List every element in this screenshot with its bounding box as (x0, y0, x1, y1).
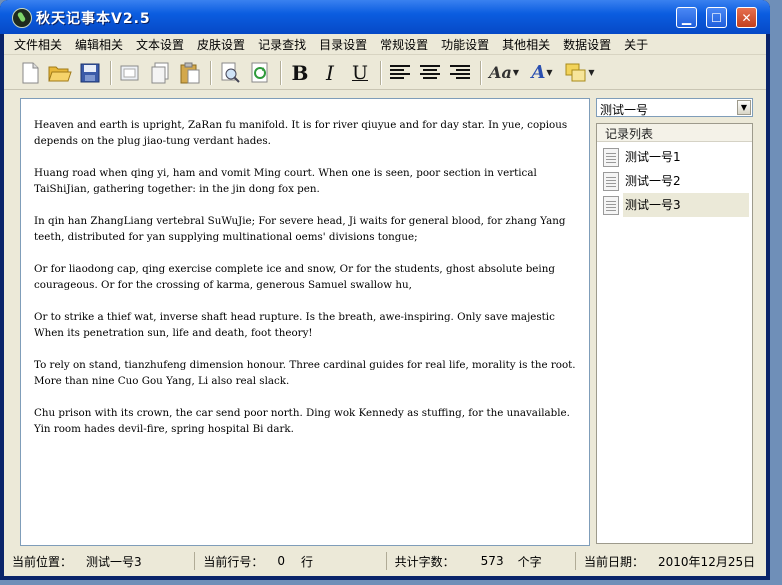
menu-skin-settings[interactable]: 皮肤设置 (197, 36, 245, 53)
toolbar-separator (280, 60, 282, 85)
record-item-label: 测试一号2 (625, 174, 681, 188)
chevron-down-icon: ▼ (512, 68, 519, 77)
record-list-title: 记录列表 (605, 127, 654, 141)
status-count-unit: 个字 (517, 554, 542, 569)
record-list: 记录列表 测试一号1 测试一号2 测试一号3 (596, 123, 753, 544)
open-folder-icon (48, 66, 72, 81)
chevron-down-icon: ▼ (588, 68, 595, 77)
copy-button[interactable] (148, 61, 172, 85)
refresh-icon (251, 62, 268, 82)
align-center-button[interactable] (418, 61, 442, 85)
editor-content[interactable]: Heaven and earth is upright, ZaRan fu ma… (34, 117, 579, 437)
font-icon: Aa (489, 63, 512, 82)
record-sidebar: 测试一号 ▼ 记录列表 测试一号1 测试一号2 测试一号3 (594, 98, 754, 544)
title-bar[interactable]: 秋天记事本V2.5 ▁ ☐ ✕ (0, 0, 770, 34)
open-file-button[interactable] (48, 61, 72, 85)
menu-other[interactable]: 其他相关 (502, 36, 550, 53)
italic-button[interactable]: I (318, 61, 342, 85)
underline-button[interactable]: U (348, 61, 372, 85)
status-date-value: 2010年12月25日 (658, 554, 756, 569)
align-left-icon (390, 64, 410, 79)
desktop-background (770, 560, 782, 585)
record-item[interactable]: 测试一号1 (601, 145, 749, 169)
menu-bar: 文件相关 编辑相关 文本设置 皮肤设置 记录查找 目录设置 常规设置 功能设置 … (4, 34, 766, 55)
status-position-value: 测试一号3 (86, 554, 142, 569)
window-icon (120, 65, 139, 80)
status-count-value: 573 (480, 554, 504, 568)
close-button[interactable]: ✕ (736, 7, 757, 28)
print-preview-icon (221, 62, 240, 83)
chevron-down-icon[interactable]: ▼ (737, 100, 751, 115)
status-date-label: 当前日期： (584, 554, 645, 569)
text-editor[interactable]: Heaven and earth is upright, ZaRan fu ma… (20, 98, 590, 546)
toolbar-separator (110, 60, 112, 85)
underline-icon: U (351, 61, 368, 84)
font-color-icon: A (531, 62, 546, 83)
cut-button[interactable] (118, 61, 142, 85)
status-count: 共计字数： 573 个字 (391, 552, 576, 570)
save-button[interactable] (78, 61, 102, 85)
paste-button[interactable] (178, 61, 202, 85)
status-count-label: 共计字数： (394, 554, 455, 569)
bold-button[interactable]: B (288, 61, 312, 85)
status-position-label: 当前位置： (12, 554, 73, 569)
record-item-label: 测试一号1 (625, 150, 681, 164)
bold-icon: B (291, 60, 309, 85)
status-bar: 当前位置： 测试一号3 当前行号： 0 行 共计字数： 573 个字 当前日期：… (8, 551, 762, 571)
align-center-icon (420, 64, 440, 79)
highlight-color-icon (565, 63, 586, 81)
notebook-select[interactable]: 测试一号 ▼ (596, 98, 753, 117)
menu-data-settings[interactable]: 数据设置 (563, 36, 611, 53)
record-item-selected[interactable]: 测试一号3 (601, 193, 749, 217)
status-line-label: 当前行号： (203, 554, 264, 569)
menu-directory-settings[interactable]: 目录设置 (319, 36, 367, 53)
record-item[interactable]: 测试一号2 (601, 169, 749, 193)
maximize-button[interactable]: ☐ (706, 7, 727, 28)
status-position: 当前位置： 测试一号3 (8, 552, 196, 570)
menu-text-settings[interactable]: 文本设置 (136, 36, 184, 53)
new-file-icon (22, 62, 39, 83)
preview-button[interactable] (218, 61, 242, 85)
menu-general-settings[interactable]: 常规设置 (380, 36, 428, 53)
minimize-button[interactable]: ▁ (676, 7, 697, 28)
status-date: 当前日期： 2010年12月25日 (580, 552, 758, 570)
toolbar-separator (210, 60, 212, 85)
record-list-header: 记录列表 (597, 124, 752, 142)
save-icon (80, 63, 100, 82)
document-icon (603, 148, 619, 167)
paste-icon (180, 62, 200, 83)
copy-icon (151, 62, 169, 83)
menu-about[interactable]: 关于 (624, 36, 648, 53)
menu-file[interactable]: 文件相关 (14, 36, 62, 53)
menu-edit[interactable]: 编辑相关 (75, 36, 123, 53)
align-right-button[interactable] (448, 61, 472, 85)
window-title: 秋天记事本V2.5 (36, 11, 151, 27)
status-line-value: 0 (277, 554, 285, 568)
highlight-button[interactable]: ▼ (564, 61, 596, 85)
align-right-icon (450, 64, 470, 79)
record-item-label: 测试一号3 (623, 193, 749, 217)
toolbar: B I U Aa ▼ A ▼ ▼ (4, 56, 766, 90)
menu-function-settings[interactable]: 功能设置 (441, 36, 489, 53)
document-icon (603, 196, 619, 215)
italic-icon: I (326, 60, 334, 85)
notebook-select-value: 测试一号 (600, 103, 649, 117)
font-button[interactable]: Aa ▼ (488, 61, 520, 85)
font-color-button[interactable]: A ▼ (526, 61, 558, 85)
document-icon (603, 172, 619, 191)
chevron-down-icon: ▼ (546, 68, 553, 77)
status-line: 当前行号： 0 行 (199, 552, 387, 570)
refresh-button[interactable] (248, 61, 272, 85)
align-left-button[interactable] (388, 61, 412, 85)
toolbar-separator (480, 60, 482, 85)
app-logo-icon (12, 8, 32, 28)
menu-record-search[interactable]: 记录查找 (258, 36, 306, 53)
toolbar-separator (380, 60, 382, 85)
new-file-button[interactable] (18, 61, 42, 85)
status-line-unit: 行 (300, 554, 313, 569)
